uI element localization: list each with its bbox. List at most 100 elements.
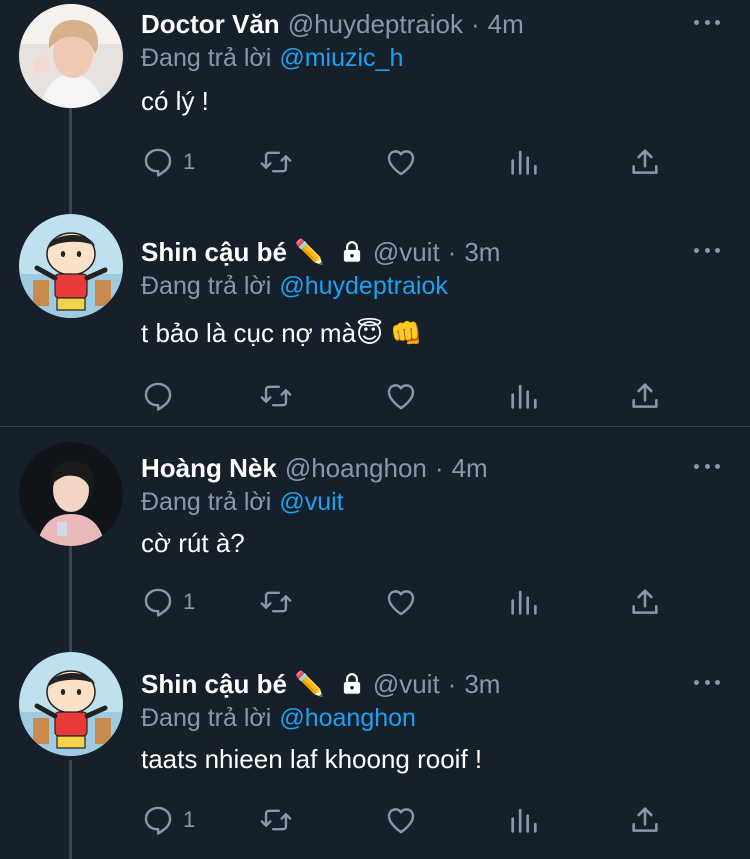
reply-icon xyxy=(144,382,172,411)
display-name[interactable]: Shin cậu bé xyxy=(141,237,287,268)
share-icon xyxy=(632,807,658,832)
replying-label: Đang trả lời xyxy=(141,44,272,72)
avatar[interactable] xyxy=(19,4,123,108)
share-icon xyxy=(632,589,658,614)
reply-count: 1 xyxy=(183,807,196,832)
analytics-button[interactable] xyxy=(507,142,541,182)
avatar[interactable] xyxy=(19,214,123,318)
username-handle[interactable]: @hoanghon xyxy=(285,453,427,484)
retweet-icon xyxy=(260,809,292,831)
tweet-text: t bảo là cục nợ mà😇 👊 xyxy=(141,318,423,348)
tweet[interactable]: Shin cậu bé ✏️ @vuit · 3m Đang trả lời @h… xyxy=(0,214,750,426)
pencil-emoji: ✏️ xyxy=(294,670,325,698)
action-bar: 1 xyxy=(141,800,701,840)
analytics-icon xyxy=(511,384,537,409)
replying-to: Đang trả lời @hoanghon xyxy=(141,704,416,733)
share-button[interactable] xyxy=(628,582,662,622)
separator-dot: · xyxy=(447,668,457,699)
display-name[interactable]: Doctor Văn xyxy=(141,9,280,40)
retweet-icon xyxy=(260,151,292,173)
like-button[interactable] xyxy=(384,376,418,416)
more-icon[interactable] xyxy=(694,456,720,476)
mention-link[interactable]: @huydeptraiok xyxy=(279,272,448,300)
reply-button[interactable]: 1 xyxy=(141,142,195,182)
tweet[interactable]: Shin cậu bé ✏️ @vuit · 3m Đang trả lời @h… xyxy=(0,652,750,859)
mention-link[interactable]: @hoanghon xyxy=(279,704,416,732)
pencil-emoji: ✏️ xyxy=(294,238,325,266)
tweet-header: Hoàng Nèk @hoanghon · 4m xyxy=(141,450,488,486)
tweet-text: cờ rút à? xyxy=(141,528,245,558)
share-icon xyxy=(632,149,658,174)
replying-label: Đang trả lời xyxy=(141,488,272,516)
like-button[interactable] xyxy=(384,582,418,622)
lock-icon xyxy=(339,671,365,697)
reply-button[interactable] xyxy=(141,376,183,416)
reply-thread: Doctor Văn @huydeptraiok · 4m Đang trả l… xyxy=(0,0,750,859)
reply-button[interactable]: 1 xyxy=(141,800,195,840)
display-name[interactable]: Hoàng Nèk xyxy=(141,453,277,484)
avatar[interactable] xyxy=(19,652,123,756)
share-button[interactable] xyxy=(628,800,662,840)
username-handle[interactable]: @vuit xyxy=(373,669,440,700)
display-name[interactable]: Shin cậu bé xyxy=(141,669,287,700)
replying-to: Đang trả lời @huydeptraiok xyxy=(141,272,448,301)
username-handle[interactable]: @vuit xyxy=(373,237,440,268)
like-icon xyxy=(387,808,415,834)
retweet-button[interactable] xyxy=(259,800,293,840)
retweet-button[interactable] xyxy=(259,376,293,416)
share-button[interactable] xyxy=(628,142,662,182)
more-icon[interactable] xyxy=(694,672,720,692)
timestamp[interactable]: 3m xyxy=(464,237,500,268)
mention-link[interactable]: @miuzic_h xyxy=(279,44,403,72)
timestamp[interactable]: 3m xyxy=(464,669,500,700)
lock-icon xyxy=(339,239,365,265)
retweet-icon xyxy=(260,385,292,407)
action-bar: 1 xyxy=(141,142,701,182)
tweet-header: Shin cậu bé ✏️ @vuit · 3m xyxy=(141,666,500,702)
analytics-button[interactable] xyxy=(507,582,541,622)
mention-link[interactable]: @vuit xyxy=(279,488,343,516)
separator-dot: · xyxy=(470,8,480,39)
more-icon[interactable] xyxy=(694,240,720,260)
retweet-icon xyxy=(260,591,292,613)
action-bar: 1 xyxy=(141,582,701,622)
more-icon[interactable] xyxy=(694,12,720,32)
retweet-button[interactable] xyxy=(259,142,293,182)
tweet-header: Shin cậu bé ✏️ @vuit · 3m xyxy=(141,234,500,270)
analytics-icon xyxy=(511,808,537,833)
reply-button[interactable]: 1 xyxy=(141,582,195,622)
reply-icon xyxy=(144,806,172,835)
like-icon xyxy=(387,150,415,176)
like-button[interactable] xyxy=(384,800,418,840)
replying-label: Đang trả lời xyxy=(141,272,272,300)
separator-dot: · xyxy=(434,452,444,483)
replying-to: Đang trả lời @vuit xyxy=(141,488,344,517)
analytics-icon xyxy=(511,590,537,615)
retweet-button[interactable] xyxy=(259,582,293,622)
reply-count: 1 xyxy=(183,589,196,614)
tweet[interactable]: Doctor Văn @huydeptraiok · 4m Đang trả l… xyxy=(0,0,750,216)
analytics-icon xyxy=(511,150,537,175)
analytics-button[interactable] xyxy=(507,800,541,840)
like-icon xyxy=(387,384,415,410)
timestamp[interactable]: 4m xyxy=(452,453,488,484)
separator-dot: · xyxy=(447,236,457,267)
like-button[interactable] xyxy=(384,142,418,182)
tweet-text: taats nhieen laf khoong rooif ! xyxy=(141,744,483,774)
tweet-header: Doctor Văn @huydeptraiok · 4m xyxy=(141,6,524,42)
replying-to: Đang trả lời @miuzic_h xyxy=(141,44,403,73)
action-bar xyxy=(141,376,701,416)
avatar[interactable] xyxy=(19,442,123,546)
conversation-divider xyxy=(0,426,750,427)
like-icon xyxy=(387,590,415,616)
reply-icon xyxy=(144,588,172,617)
tweet[interactable]: Hoàng Nèk @hoanghon · 4m Đang trả lời @vu… xyxy=(0,442,750,654)
replying-label: Đang trả lời xyxy=(141,704,272,732)
tweet-text: có lý ! xyxy=(141,86,209,116)
reply-icon xyxy=(144,148,172,177)
reply-count: 1 xyxy=(183,149,196,174)
analytics-button[interactable] xyxy=(507,376,541,416)
username-handle[interactable]: @huydeptraiok xyxy=(288,9,463,40)
timestamp[interactable]: 4m xyxy=(488,9,524,40)
share-button[interactable] xyxy=(628,376,662,416)
